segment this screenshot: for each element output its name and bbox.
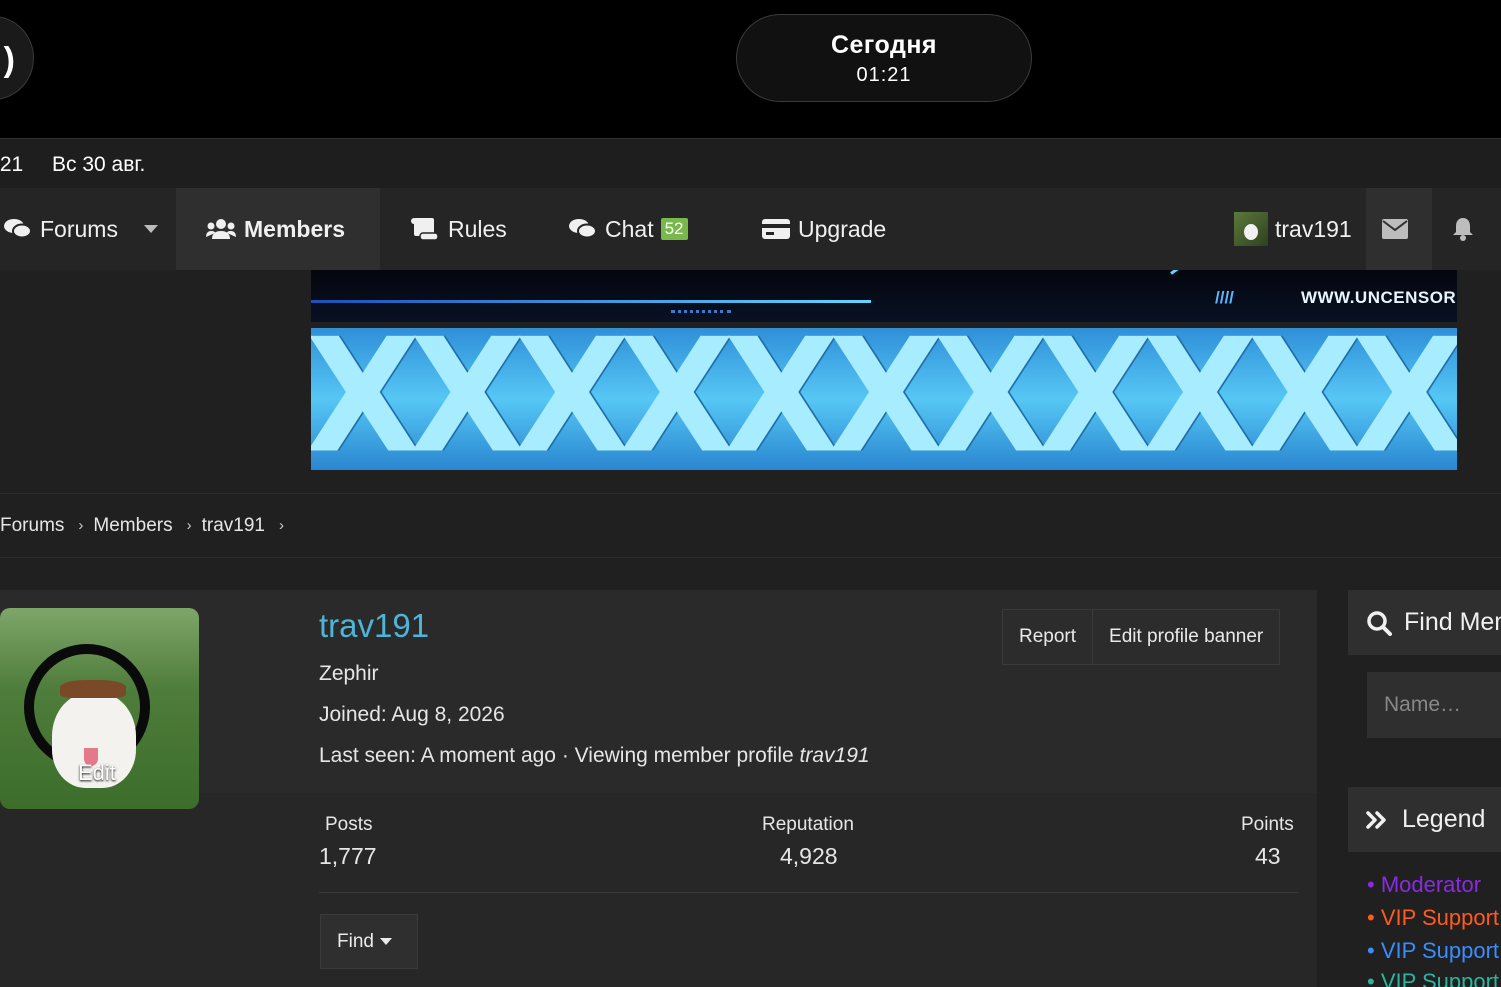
users-icon bbox=[206, 219, 236, 239]
overlay-icon: ) bbox=[3, 41, 15, 79]
find-member-header: Find Member bbox=[1348, 590, 1501, 655]
chevron-down-icon[interactable] bbox=[143, 225, 158, 233]
chat-count-badge: 52 bbox=[660, 218, 688, 240]
profile-actions: Report Edit profile banner bbox=[1002, 609, 1281, 665]
stat-reputation-value: 4,928 bbox=[780, 843, 838, 869]
divider bbox=[319, 892, 1298, 893]
find-menu-button[interactable]: Find bbox=[320, 914, 418, 969]
legend-item-vip-support: • VIP Support bbox=[1367, 905, 1500, 930]
profile-joined: Joined: Aug 8, 2026 bbox=[319, 703, 505, 726]
nav-alerts[interactable] bbox=[1432, 188, 1501, 270]
chevron-right-icon: › bbox=[186, 517, 192, 534]
main-nav: Forums Members Rules Chat 52 Upgrade tra… bbox=[0, 188, 1501, 270]
envelope-icon bbox=[1382, 219, 1408, 239]
avatar bbox=[1234, 212, 1268, 246]
ad-banner-top[interactable]: //// WWW.UNCENSORED.AI bbox=[311, 270, 1457, 322]
credit-card-icon bbox=[762, 219, 790, 239]
profile-avatar[interactable]: Edit bbox=[0, 608, 199, 809]
search-icon bbox=[1367, 610, 1392, 636]
nav-upgrade[interactable]: Upgrade bbox=[762, 188, 886, 270]
nav-rules-label: Rules bbox=[448, 215, 507, 242]
nav-chat[interactable]: Chat 52 bbox=[569, 188, 688, 270]
find-member-title: Find Member bbox=[1404, 608, 1501, 636]
nav-upgrade-label: Upgrade bbox=[798, 215, 887, 242]
nav-rules[interactable]: Rules bbox=[410, 188, 507, 270]
status-bar: :21 Вс 30 авг. bbox=[0, 138, 1501, 188]
nav-username: trav191 bbox=[1275, 215, 1352, 242]
overlay-circle-button[interactable]: ) bbox=[0, 16, 34, 100]
stat-points-value[interactable]: 43 bbox=[1255, 843, 1281, 870]
last-seen-text: Last seen: A moment ago · Viewing member… bbox=[319, 744, 800, 767]
last-seen-target[interactable]: trav191 bbox=[800, 744, 870, 767]
scroll-icon bbox=[411, 218, 439, 241]
double-chevron-right-icon bbox=[1366, 810, 1386, 829]
caret-down-icon bbox=[379, 938, 392, 945]
nav-chat-label: Chat bbox=[605, 215, 654, 242]
profile-user-title: Zephir bbox=[319, 662, 379, 685]
chat-icon bbox=[569, 219, 597, 239]
ad-banner-main[interactable]: XXXXXXXXXXXXXXXXXXI bbox=[311, 328, 1457, 470]
report-button[interactable]: Report bbox=[1003, 610, 1092, 664]
nav-forums[interactable]: Forums bbox=[4, 188, 158, 270]
stat-posts-value[interactable]: 1,777 bbox=[319, 843, 377, 870]
member-name-input[interactable] bbox=[1367, 672, 1501, 738]
nav-members-label: Members bbox=[244, 215, 345, 242]
chevron-right-icon: › bbox=[278, 517, 284, 534]
nav-user-menu[interactable]: trav191 bbox=[1234, 188, 1352, 270]
edit-profile-banner-button[interactable]: Edit profile banner bbox=[1092, 610, 1279, 664]
legend-item-vip-support: • VIP Support bbox=[1367, 938, 1500, 963]
today-time: 01:21 bbox=[856, 64, 912, 86]
avatar-edit-label[interactable]: Edit bbox=[78, 760, 116, 786]
breadcrumb-user[interactable]: trav191 bbox=[202, 515, 265, 537]
nav-forums-label: Forums bbox=[40, 215, 118, 242]
banner-x-text: XXXXXXXXXXXXXXXXXXI bbox=[311, 328, 1457, 470]
avatar-hat-graphic bbox=[60, 680, 126, 698]
bell-icon bbox=[1452, 218, 1473, 241]
breadcrumb-forums[interactable]: Forums bbox=[0, 515, 64, 537]
legend-title: Legend bbox=[1402, 805, 1486, 833]
recording-overlay: ) Сегодня 01:21 bbox=[0, 0, 1501, 138]
banner-line bbox=[311, 300, 871, 303]
banner-slashes: //// bbox=[1215, 288, 1234, 307]
today-pill: Сегодня 01:21 bbox=[736, 14, 1032, 102]
breadcrumb-members[interactable]: Members bbox=[93, 515, 172, 537]
chevron-right-icon: › bbox=[78, 517, 84, 534]
legend-item-vip-support: • VIP Support bbox=[1367, 969, 1500, 987]
breadcrumb: Forums › Members › trav191 › bbox=[0, 494, 1501, 557]
status-date: Вс 30 авг. bbox=[52, 153, 146, 176]
banner-dots bbox=[671, 310, 731, 313]
legend-header: Legend bbox=[1348, 787, 1501, 852]
profile-username[interactable]: trav191 bbox=[319, 607, 429, 645]
stat-points-label: Points bbox=[1241, 814, 1294, 835]
status-time: :21 bbox=[0, 153, 24, 176]
today-label: Сегодня bbox=[830, 31, 938, 59]
stat-posts-label: Posts bbox=[325, 814, 373, 835]
banner-url: WWW.UNCENSORED.AI bbox=[1301, 288, 1457, 307]
comments-icon bbox=[4, 219, 32, 239]
find-button-label: Find bbox=[337, 930, 374, 952]
nav-members[interactable]: Members bbox=[176, 188, 380, 270]
divider bbox=[0, 557, 1501, 558]
nav-inbox[interactable] bbox=[1366, 188, 1432, 270]
banner-diagonal bbox=[1170, 270, 1222, 275]
profile-last-seen: Last seen: A moment ago · Viewing member… bbox=[319, 744, 870, 768]
legend-item-moderator: • Moderator bbox=[1367, 872, 1482, 897]
stat-reputation-label: Reputation bbox=[762, 814, 854, 835]
